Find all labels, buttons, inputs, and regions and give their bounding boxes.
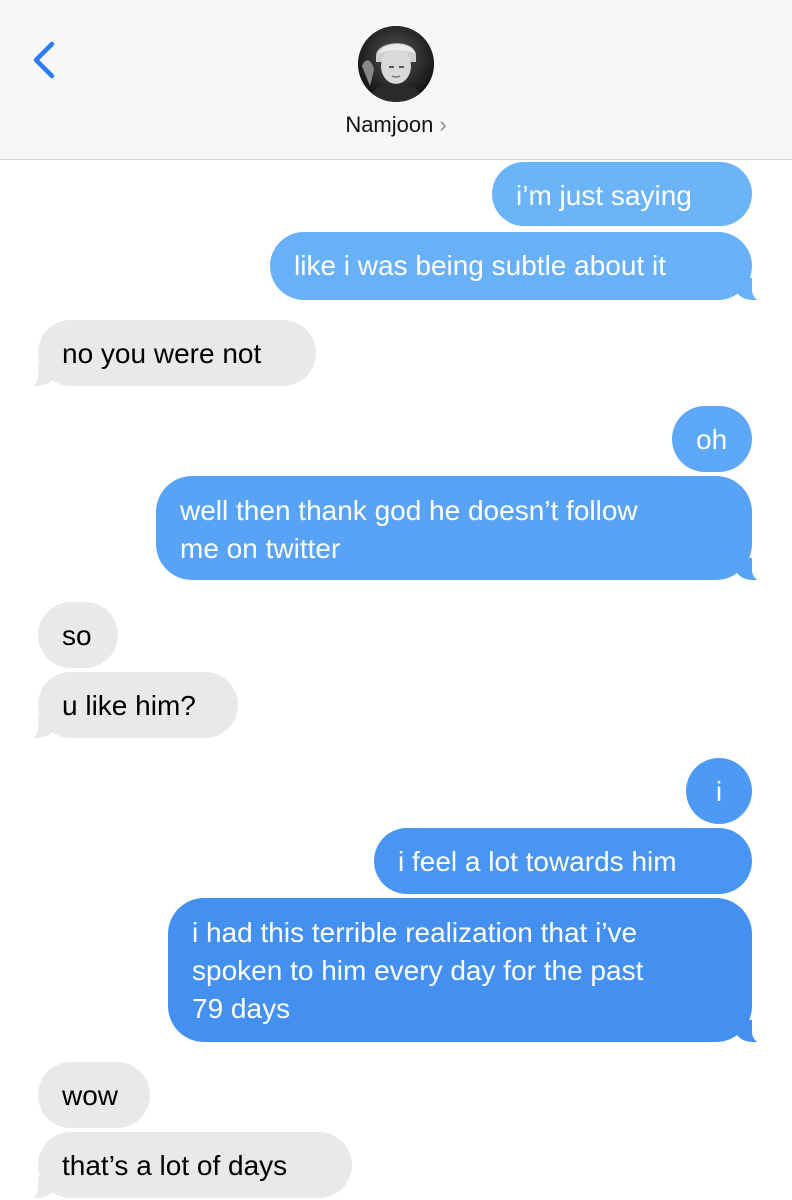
message-text: u like him? bbox=[62, 690, 196, 721]
message-text: i bbox=[715, 776, 723, 807]
contact-name: Namjoon bbox=[345, 112, 434, 137]
message-bubble-sent[interactable]: i feel a lot towards him bbox=[374, 828, 752, 894]
avatar[interactable] bbox=[358, 26, 434, 102]
message-bubble-received[interactable]: no you were not bbox=[16, 320, 316, 388]
message-bubble-sent[interactable]: i bbox=[686, 758, 752, 824]
message-bubble-received[interactable]: that’s a lot of days bbox=[16, 1132, 352, 1200]
message-text: so bbox=[62, 620, 92, 651]
contact-name-button[interactable]: Namjoon › bbox=[0, 112, 792, 144]
messages-screen: Namjoon › i’m just saying like i was bein… bbox=[0, 0, 792, 1200]
message-bubble-sent[interactable]: i’m just saying bbox=[492, 162, 752, 226]
chevron-right-icon: › bbox=[439, 112, 447, 137]
message-text: that’s a lot of days bbox=[62, 1150, 288, 1181]
message-text: no you were not bbox=[62, 338, 262, 369]
message-text: i feel a lot towards him bbox=[398, 846, 677, 877]
chevron-left-icon bbox=[33, 41, 55, 79]
message-text: i’m just saying bbox=[516, 180, 692, 211]
message-text: oh bbox=[696, 424, 728, 455]
contact-photo-icon bbox=[358, 26, 434, 102]
message-text: like i was being subtle about it bbox=[294, 250, 666, 281]
message-bubble-received[interactable]: u like him? bbox=[16, 672, 238, 740]
message-bubble-sent[interactable]: well then thank god he doesn’t follow me… bbox=[156, 476, 774, 582]
message-line: well then thank god he doesn’t follow bbox=[180, 495, 638, 526]
message-bubble-sent[interactable]: like i was being subtle about it bbox=[270, 232, 774, 302]
message-text: well then thank god he doesn’t follow me… bbox=[180, 492, 728, 568]
message-line: 79 days bbox=[192, 993, 291, 1024]
conversation-header: Namjoon › bbox=[0, 0, 792, 160]
message-text: wow bbox=[62, 1080, 119, 1111]
message-bubble-received[interactable]: wow bbox=[38, 1062, 150, 1128]
message-line: i had this terrible realization that i’v… bbox=[192, 917, 638, 948]
message-line: spoken to him every day for the past bbox=[192, 955, 644, 986]
message-bubble-sent[interactable]: i had this terrible realization that i’v… bbox=[168, 898, 774, 1044]
message-line: me on twitter bbox=[180, 533, 341, 564]
back-button[interactable] bbox=[26, 38, 66, 82]
message-bubble-received[interactable]: so bbox=[38, 602, 118, 668]
message-text: i had this terrible realization that i’v… bbox=[192, 914, 728, 1028]
message-bubble-sent[interactable]: oh bbox=[672, 406, 752, 472]
